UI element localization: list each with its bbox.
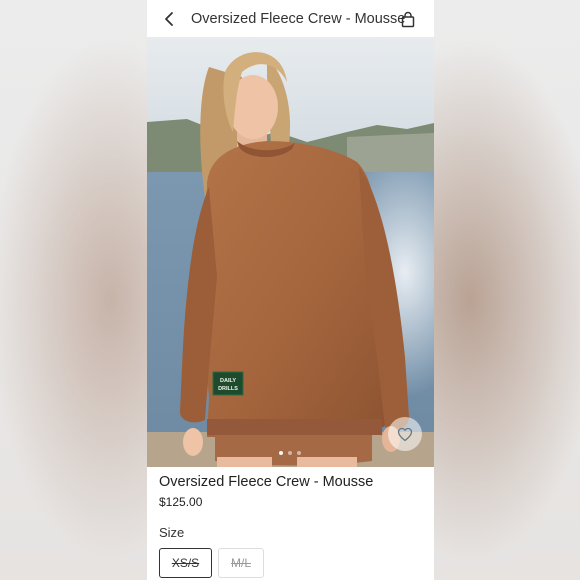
back-button[interactable]: [161, 10, 179, 28]
size-option-xs-s[interactable]: XS/S: [159, 548, 212, 578]
product-price: $125.00: [159, 495, 203, 509]
logo-patch: DAILY DRILLS: [212, 371, 244, 396]
chevron-left-icon: [165, 12, 173, 26]
favorite-button[interactable]: [388, 417, 422, 451]
product-screen: Oversized Fleece Crew - Mousse DAILY DRI…: [147, 0, 434, 580]
pagination-dot[interactable]: [288, 451, 292, 455]
heart-icon: [397, 427, 413, 441]
product-image[interactable]: DAILY DRILLS: [147, 37, 434, 467]
image-pagination-dots: [279, 451, 301, 455]
pagination-dot[interactable]: [279, 451, 283, 455]
product-name: Oversized Fleece Crew - Mousse: [159, 474, 374, 490]
pagination-dot[interactable]: [297, 451, 301, 455]
svg-text:DAILY: DAILY: [220, 378, 236, 384]
page-title: Oversized Fleece Crew - Mousse: [191, 11, 406, 27]
size-option-m-l[interactable]: M/L: [218, 548, 264, 578]
bag-button[interactable]: [401, 11, 415, 28]
svg-text:DRILLS: DRILLS: [218, 386, 238, 392]
size-label: Size: [159, 525, 185, 540]
shopping-bag-icon: [401, 11, 415, 28]
top-bar: Oversized Fleece Crew - Mousse: [147, 0, 434, 37]
